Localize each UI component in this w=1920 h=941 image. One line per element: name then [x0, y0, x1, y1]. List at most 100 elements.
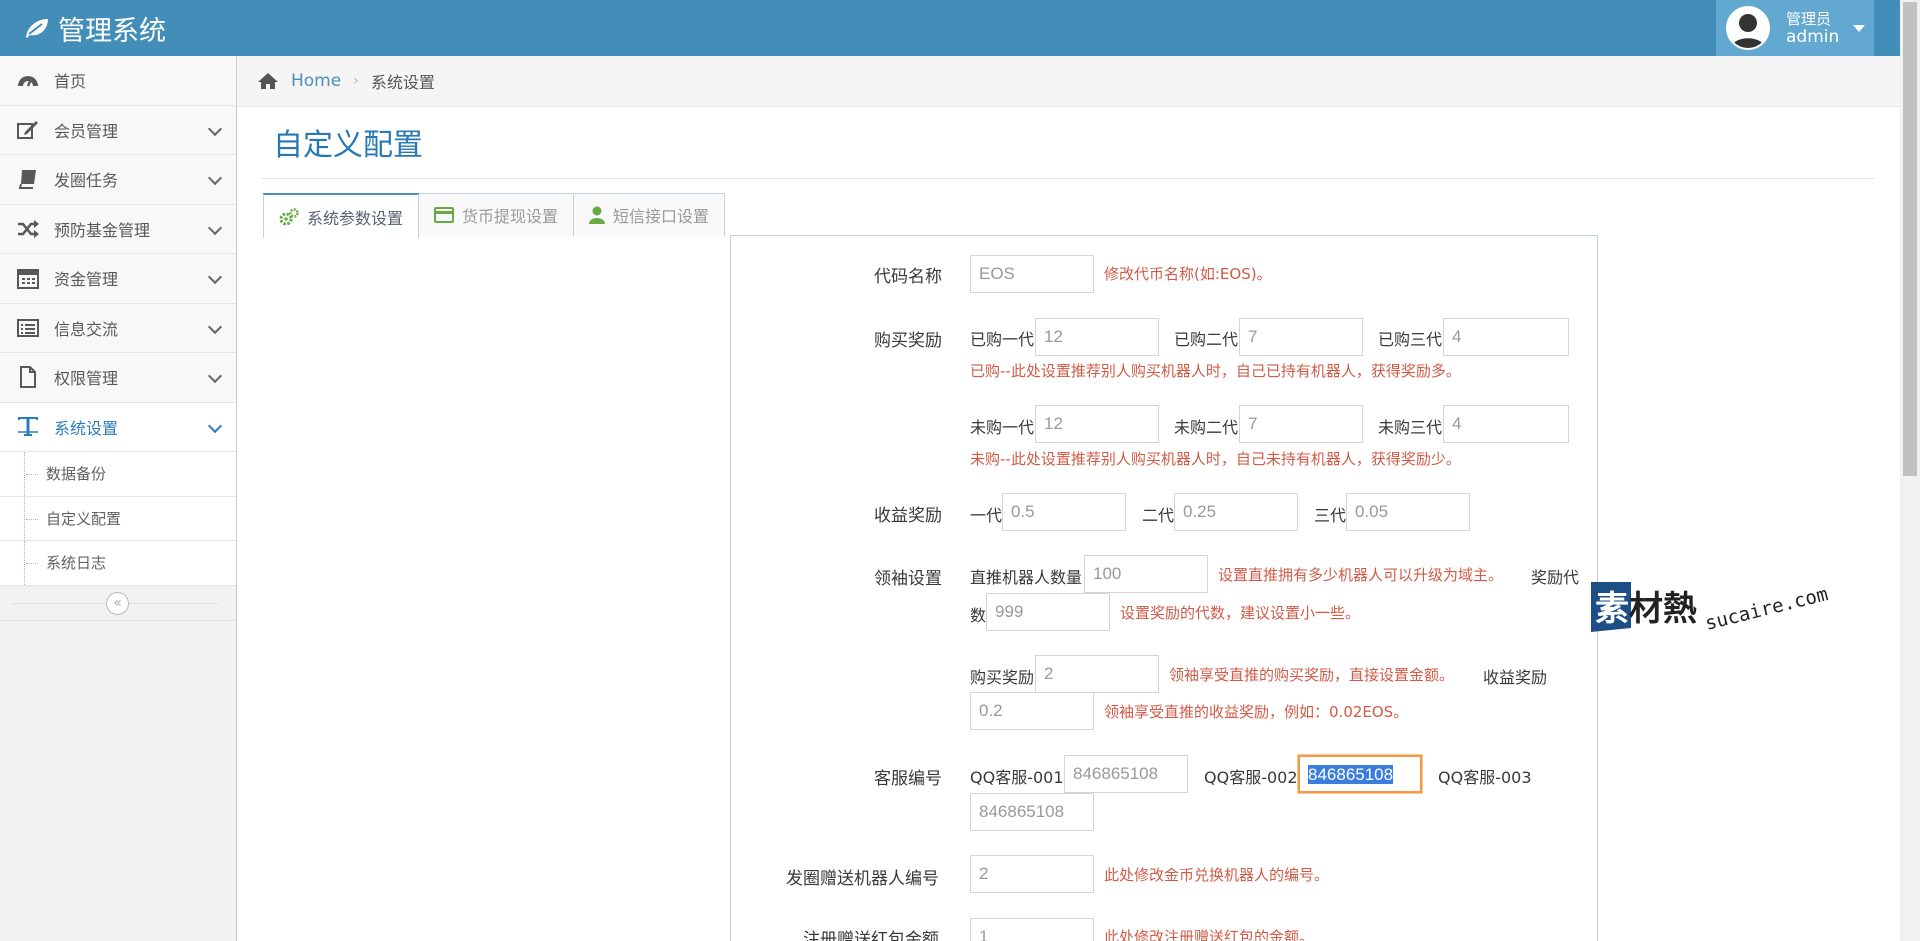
- sidebar-item-label: 信息交流: [54, 319, 119, 339]
- tab-label: 短信接口设置: [613, 207, 710, 226]
- unbought-g2-label: 未购二代: [1174, 418, 1239, 437]
- bought-g1-input[interactable]: 12: [1035, 318, 1159, 356]
- chevron-down-icon: [207, 220, 223, 235]
- sidebar-item-label: 发圈任务: [54, 171, 119, 191]
- income-g1-label: 一代: [970, 506, 1003, 525]
- book-icon: [16, 167, 40, 191]
- submenu-item-system-log[interactable]: 系统日志: [0, 541, 236, 586]
- breadcrumb-home-link[interactable]: Home: [291, 71, 341, 91]
- qq2-selected-text: 846865108: [1308, 765, 1394, 784]
- bought-g2-label: 已购二代: [1174, 330, 1239, 349]
- tab-withdraw[interactable]: 货币提现设置: [418, 193, 575, 236]
- unbought-g1-label: 未购一代: [970, 418, 1035, 437]
- unbought-g2-input[interactable]: 7: [1239, 405, 1363, 443]
- qq1-input[interactable]: 846865108: [1064, 755, 1188, 793]
- text-icon: [16, 415, 40, 439]
- gift-robot-input[interactable]: 2: [970, 855, 1094, 893]
- qq2-input[interactable]: 846865108: [1298, 755, 1422, 793]
- unbought-g3-input[interactable]: 4: [1443, 405, 1569, 443]
- page-title: 自定义配置: [273, 128, 423, 163]
- calendar-icon: [16, 266, 40, 290]
- bought-g2-input[interactable]: 7: [1239, 318, 1363, 356]
- file-icon: [16, 365, 40, 389]
- user-role: 管理员: [1786, 10, 1832, 28]
- bought-g1-label: 已购一代: [970, 330, 1035, 349]
- leader-buy-hint: 领袖享受直推的购买奖励，直接设置金额。: [1169, 666, 1455, 684]
- leader-income-label: 收益奖励: [1483, 668, 1548, 687]
- leader-direct-hint: 设置直推拥有多少机器人可以升级为域主。: [1218, 566, 1504, 584]
- sidebar-item-finance[interactable]: 资金管理: [0, 254, 236, 304]
- leader-gen-label-b: 数: [970, 606, 987, 625]
- settings-tabs: 系统参数设置 货币提现设置 短信接口设置: [263, 193, 726, 238]
- bought-hint: 已购--此处设置推荐别人购买机器人时，自己已持有机器人，获得奖励多。: [970, 362, 1461, 380]
- user-menu[interactable]: 管理员 admin: [1716, 0, 1874, 56]
- submenu-item-label: 数据备份: [46, 465, 107, 484]
- code-name-input[interactable]: EOS: [970, 255, 1094, 293]
- code-name-label: 代码名称: [874, 267, 942, 287]
- sidebar-item-members[interactable]: 会员管理: [0, 105, 236, 155]
- sidebar-item-home[interactable]: 首页: [0, 56, 236, 106]
- tab-system-params[interactable]: 系统参数设置: [263, 193, 420, 238]
- sidebar-item-circle-task[interactable]: 发圈任务: [0, 155, 236, 205]
- leader-label: 领袖设置: [874, 569, 942, 589]
- sidebar-item-messages[interactable]: 信息交流: [0, 303, 236, 353]
- tab-label: 系统参数设置: [307, 208, 404, 228]
- scrollbar-thumb[interactable]: [1903, 2, 1917, 476]
- watermark-en: sucaire.com: [1703, 583, 1830, 635]
- sidebar-item-label: 权限管理: [54, 369, 119, 389]
- brand[interactable]: 管理系统: [24, 8, 166, 48]
- sidebar-item-label: 资金管理: [54, 270, 119, 290]
- unbought-hint: 未购--此处设置推荐别人购买机器人时，自己未持有机器人，获得奖励少。: [970, 450, 1461, 468]
- chevron-down-icon: [207, 121, 223, 136]
- sidebar-item-label: 会员管理: [54, 121, 119, 141]
- watermark-cn: 素材熱: [1595, 589, 1697, 629]
- tab-label: 货币提现设置: [462, 207, 559, 226]
- cogs-icon: [279, 207, 299, 226]
- chevron-down-icon: [207, 418, 223, 433]
- sidebar-item-label: 首页: [54, 72, 87, 92]
- brand-title: 管理系统: [58, 15, 166, 47]
- sidebar-item-label: 预防基金管理: [54, 220, 151, 240]
- bought-g3-input[interactable]: 4: [1443, 318, 1569, 356]
- leader-income-hint: 领袖享受直推的收益奖励，例如：0.02EOS。: [1104, 703, 1409, 721]
- double-chevron-left-icon[interactable]: «: [106, 591, 129, 615]
- leader-direct-input[interactable]: 100: [1084, 555, 1208, 593]
- page-scrollbar[interactable]: [1900, 0, 1920, 941]
- unbought-g1-input[interactable]: 12: [1035, 405, 1159, 443]
- income-g2-label: 二代: [1142, 506, 1175, 525]
- service-label: 客服编号: [874, 769, 942, 789]
- page-header-divider: [261, 178, 1875, 179]
- income-g1-input[interactable]: 0.5: [1002, 493, 1126, 531]
- qq2-label: QQ客服-002: [1204, 768, 1298, 787]
- caret-down-icon: [1853, 24, 1866, 32]
- leader-gen-hint: 设置奖励的代数，建议设置小一些。: [1120, 604, 1361, 622]
- submenu-item-label: 系统日志: [46, 554, 107, 573]
- qq3-label: QQ客服-003: [1438, 768, 1532, 787]
- leader-buy-input[interactable]: 2: [1035, 655, 1159, 693]
- bought-g3-label: 已购三代: [1378, 330, 1443, 349]
- user-icon: [589, 206, 606, 224]
- code-name-hint: 修改代币名称(如:EOS)。: [1104, 265, 1272, 283]
- leader-gen-input[interactable]: 999: [986, 593, 1110, 631]
- leader-income-input[interactable]: 0.2: [970, 692, 1094, 730]
- sidebar-item-fund[interactable]: 预防基金管理: [0, 204, 236, 254]
- qq3-input[interactable]: 846865108: [970, 793, 1094, 831]
- breadcrumb: Home › 系统设置: [237, 56, 1900, 107]
- submenu-item-backup[interactable]: 数据备份: [0, 452, 236, 497]
- user-info: 管理员 admin: [1786, 10, 1839, 46]
- list-alt-icon: [16, 316, 40, 340]
- user-avatar-icon: [1731, 14, 1765, 48]
- income-g2-input[interactable]: 0.25: [1174, 493, 1298, 531]
- leader-buy-label: 购买奖励: [970, 668, 1035, 687]
- avatar: [1726, 6, 1770, 50]
- submenu-item-custom-config[interactable]: 自定义配置: [0, 496, 236, 541]
- income-g3-input[interactable]: 0.05: [1346, 493, 1470, 531]
- sidebar-item-system-settings[interactable]: 系统设置: [0, 402, 236, 452]
- breadcrumb-separator-icon: ›: [353, 73, 359, 89]
- register-gift-input[interactable]: 1: [970, 918, 1094, 941]
- tab-sms[interactable]: 短信接口设置: [573, 193, 726, 236]
- sidebar-item-permissions[interactable]: 权限管理: [0, 353, 236, 403]
- credit-card-icon: [434, 207, 455, 223]
- sidebar: 首页 会员管理 发圈任务 预防基金管理 资金管理 信息交流 权限管理 系统设置 …: [0, 56, 237, 941]
- chevron-down-icon: [207, 368, 223, 384]
